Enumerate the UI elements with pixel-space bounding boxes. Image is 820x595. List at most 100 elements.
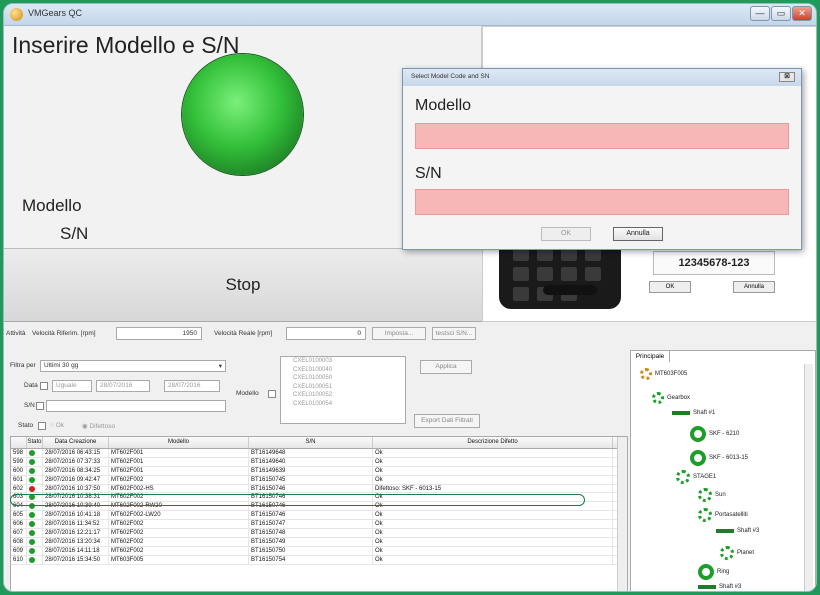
tree-node[interactable]: Shaft #3	[716, 528, 759, 534]
list-item[interactable]: CXEL0100050	[281, 374, 405, 383]
list-item[interactable]: CXEL0100040	[281, 366, 405, 375]
date-cell: 28/07/2016 13:20:34	[43, 537, 109, 546]
filter-select[interactable]: Ultimi 30 gg ▾	[40, 360, 226, 372]
row-id: 608	[11, 537, 27, 546]
table-row[interactable]: 609 28/07/2016 14:11:18 MT602F002 BT1615075…	[11, 546, 627, 556]
status-ok-icon	[29, 512, 35, 519]
status-cell	[27, 502, 43, 511]
status-cell	[27, 520, 43, 529]
sn-cell: BT16150745	[249, 475, 373, 484]
table-row[interactable]: 603 28/07/2016 10:38:31 MT602F002 BT1615074…	[11, 493, 627, 503]
set-speed-button[interactable]: Imposta...	[372, 327, 426, 340]
model-cell: MT602F002-RW20	[109, 502, 249, 511]
state-checkbox[interactable]	[38, 422, 46, 430]
list-item[interactable]: CXEL0100003	[281, 357, 405, 366]
sn-test-button[interactable]: testsci S/N...	[432, 327, 476, 340]
list-item[interactable]: CXEL0100051	[281, 383, 405, 392]
status-cell	[27, 511, 43, 520]
table-row[interactable]: 607 28/07/2016 12:21:17 MT602F002 BT1615074…	[11, 529, 627, 538]
tree-node[interactable]: Sun	[698, 488, 726, 502]
tree-node[interactable]: Ring	[698, 564, 729, 580]
dialog-close-button[interactable]: ⊠	[779, 72, 795, 82]
row-id: 605	[11, 511, 27, 520]
tree-node[interactable]: SKF - 6013-15	[690, 450, 748, 466]
sn-readout: 12345678-123	[653, 251, 775, 275]
status-indicator	[182, 54, 303, 175]
table-row[interactable]: 606 28/07/2016 11:34:52 MT602F002 BT1615074…	[11, 520, 627, 530]
col-header-desc[interactable]: Descrizione Difetto	[373, 437, 613, 448]
date-cell: 28/07/2016 08:34:25	[43, 466, 109, 475]
apply-button[interactable]: Applica	[420, 360, 472, 374]
stop-button[interactable]: Stop	[4, 248, 482, 322]
col-header-status[interactable]: Stato	[27, 437, 43, 448]
table-header: Stato Data Creazione Modello S/N Descriz…	[11, 437, 627, 449]
tree-node-label: SKF - 6210	[709, 431, 740, 437]
date-to-field[interactable]: 28/07/2016	[164, 380, 220, 392]
model-checkbox[interactable]	[268, 390, 276, 398]
row-id: 604	[11, 502, 27, 511]
desc-cell: Ok	[373, 502, 613, 511]
tree-node[interactable]: SKF - 6210	[690, 426, 739, 442]
list-item[interactable]: CXEL0100052	[281, 391, 405, 400]
tree-node[interactable]: Gearbox	[652, 392, 690, 404]
tree-node-label: Gearbox	[667, 395, 691, 401]
status-cell	[27, 466, 43, 475]
date-from-field[interactable]: 28/07/2016	[96, 380, 150, 392]
col-header-sn[interactable]: S/N	[249, 437, 373, 448]
table-row[interactable]: 599 28/07/2016 07:37:33 MT602F001 BT1614964…	[11, 457, 627, 467]
status-defect-icon	[29, 485, 35, 492]
status-ok-icon	[29, 450, 35, 456]
table-row[interactable]: 610 28/07/2016 15:34:50 MT603F005 BT1615075…	[11, 555, 627, 565]
date-cell: 28/07/2016 10:39:40	[43, 502, 109, 511]
shaft-icon	[672, 411, 690, 415]
model-list[interactable]: CXEL0100003 CXEL0100040 CXEL0100050 CXEL…	[280, 356, 406, 424]
defect-radio[interactable]: ◉ Difettoso	[82, 422, 115, 430]
date-operator-select[interactable]: Uguale	[52, 380, 92, 392]
col-header-date[interactable]: Data Creazione	[43, 437, 109, 448]
tree-node[interactable]: MT603F005	[640, 368, 687, 380]
table-row[interactable]: 598 28/07/2016 06:43:15 MT602F001 BT1614964…	[11, 449, 627, 458]
table-row[interactable]: 601 28/07/2016 09:42:47 MT602F002 BT1615074…	[11, 475, 627, 485]
list-item[interactable]: CXEL0100054	[281, 400, 405, 409]
status-cell	[27, 555, 43, 564]
model-cell: MT602F001	[109, 466, 249, 475]
sn-filter-field[interactable]	[46, 400, 226, 412]
tree-node[interactable]: STAGE1	[676, 470, 716, 484]
dialog-sn-label: S/N	[415, 165, 442, 182]
model-input[interactable]	[415, 123, 789, 149]
tab-principale[interactable]: Principale	[630, 350, 670, 362]
tree-node-label: Shaft #1	[693, 410, 716, 416]
dialog-ok-button[interactable]: OK	[541, 227, 591, 241]
tree-node[interactable]: Planet	[720, 546, 754, 560]
ok-radio[interactable]: ○ Ok	[50, 422, 64, 429]
date-cell: 28/07/2016 15:34:50	[43, 555, 109, 564]
tree-node[interactable]: Portasatelliti	[698, 508, 748, 522]
table-row[interactable]: 608 28/07/2016 13:20:34 MT602F002 BT1615074…	[11, 537, 627, 547]
sn-checkbox[interactable]	[36, 402, 44, 410]
date-checkbox[interactable]	[40, 382, 48, 390]
bearing-icon	[690, 450, 706, 466]
minimize-button[interactable]: —	[750, 6, 770, 21]
status-ok-icon	[29, 503, 35, 510]
table-row[interactable]: 600 28/07/2016 08:34:25 MT602F001 BT1614963…	[11, 466, 627, 476]
col-header-model[interactable]: Modello	[109, 437, 249, 448]
export-button[interactable]: Export Dati Filtrati	[414, 414, 480, 428]
cable-image	[543, 285, 597, 295]
table-row[interactable]: 602 28/07/2016 10:37:50 MT602F002-HS BT1615…	[11, 484, 627, 494]
close-button[interactable]: ✕	[792, 6, 812, 21]
tree-node[interactable]: Shaft #3	[698, 584, 741, 590]
maximize-button[interactable]: ▭	[771, 6, 791, 21]
ref-speed-field[interactable]: 1950	[116, 327, 202, 340]
table-row[interactable]: 605 28/07/2016 10:41:18 MT602F002-LW20 BT16…	[11, 511, 627, 521]
app-logo-icon	[10, 8, 23, 21]
table-row[interactable]: 604 28/07/2016 10:39:40 MT602F002-RW20 BT16…	[11, 502, 627, 512]
tree-scrollbar[interactable]	[804, 364, 813, 591]
tree-node[interactable]: Shaft #1	[672, 410, 715, 416]
dialog-cancel-button[interactable]: Annulla	[613, 227, 663, 241]
root-model-icon	[640, 368, 652, 380]
desc-cell: Ok	[373, 466, 613, 475]
sn-input[interactable]	[415, 189, 789, 215]
window-title: VMGears QC	[28, 8, 83, 18]
status-cell	[27, 546, 43, 555]
table-scrollbar[interactable]	[617, 437, 627, 591]
